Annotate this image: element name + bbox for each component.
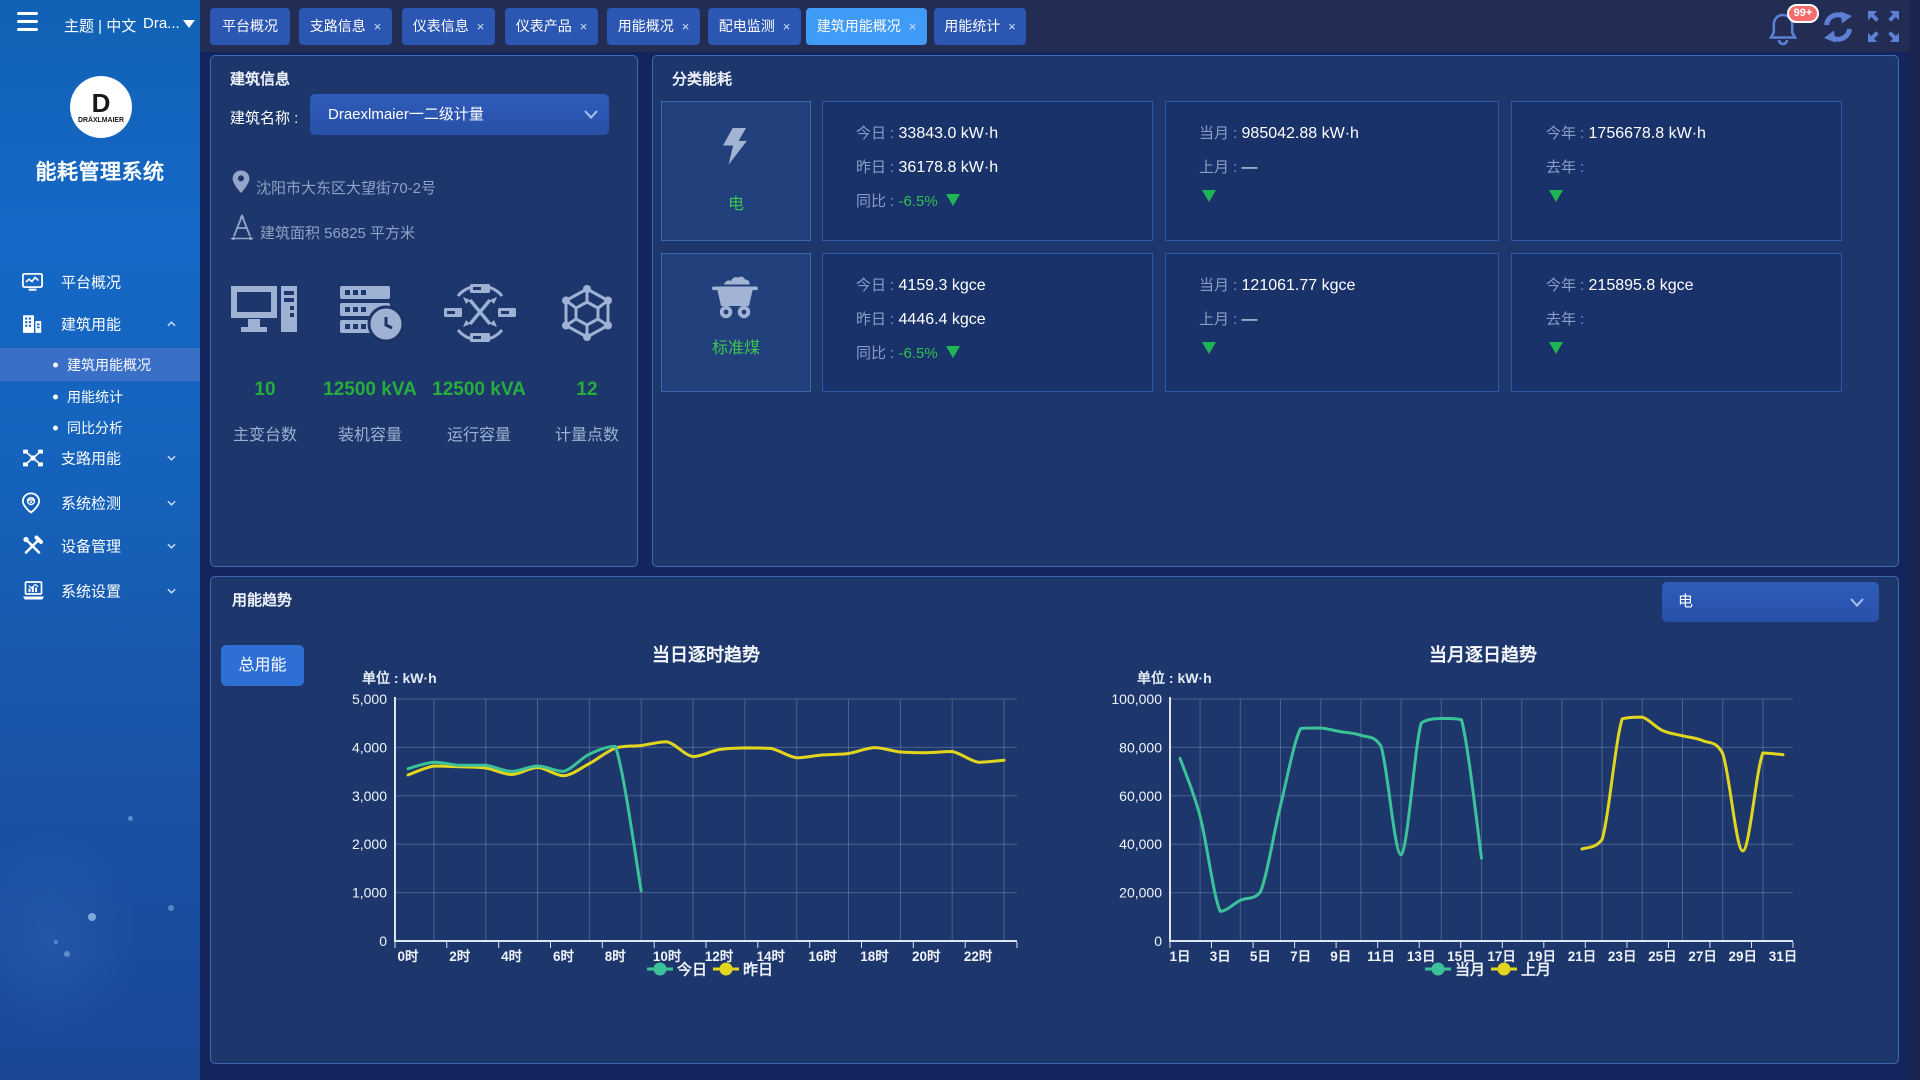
svg-text:昨日: 昨日 xyxy=(743,961,773,979)
svg-text:4时: 4时 xyxy=(501,948,523,964)
svg-text:5日: 5日 xyxy=(1250,949,1271,964)
svg-text:11日: 11日 xyxy=(1367,949,1395,964)
svg-text:8时: 8时 xyxy=(605,948,627,964)
svg-text:当月: 当月 xyxy=(1455,961,1485,979)
svg-text:22时: 22时 xyxy=(964,948,993,964)
svg-text:40,000: 40,000 xyxy=(1119,836,1162,852)
svg-text:12时: 12时 xyxy=(705,948,734,964)
svg-text:9日: 9日 xyxy=(1330,949,1351,964)
svg-text:25日: 25日 xyxy=(1648,949,1677,964)
svg-text:27日: 27日 xyxy=(1688,949,1717,964)
svg-text:23日: 23日 xyxy=(1608,949,1637,964)
svg-text:31日: 31日 xyxy=(1769,949,1798,964)
svg-text:6时: 6时 xyxy=(553,948,575,964)
svg-text:上月: 上月 xyxy=(1521,962,1551,979)
svg-text:当日逐时趋势: 当日逐时趋势 xyxy=(652,644,760,665)
svg-text:16时: 16时 xyxy=(808,948,837,964)
svg-text:21日: 21日 xyxy=(1568,949,1597,964)
svg-text:单位 : kW·h: 单位 : kW·h xyxy=(1137,670,1212,686)
svg-text:7日: 7日 xyxy=(1290,949,1311,964)
svg-text:100,000: 100,000 xyxy=(1111,691,1162,707)
svg-text:2,000: 2,000 xyxy=(352,836,387,852)
svg-text:今日: 今日 xyxy=(676,961,707,979)
svg-text:13日: 13日 xyxy=(1407,949,1436,964)
svg-text:20时: 20时 xyxy=(912,948,941,964)
svg-text:1,000: 1,000 xyxy=(352,885,387,901)
svg-text:0时: 0时 xyxy=(397,948,419,964)
svg-text:29日: 29日 xyxy=(1729,949,1758,964)
svg-text:4,000: 4,000 xyxy=(352,739,387,755)
svg-text:3,000: 3,000 xyxy=(352,788,387,804)
svg-text:0: 0 xyxy=(379,933,387,949)
svg-text:5,000: 5,000 xyxy=(352,691,387,707)
svg-text:3日: 3日 xyxy=(1210,949,1231,964)
svg-text:1日: 1日 xyxy=(1169,949,1190,964)
svg-text:2时: 2时 xyxy=(449,948,471,964)
svg-text:18时: 18时 xyxy=(860,948,889,964)
svg-text:60,000: 60,000 xyxy=(1119,788,1162,804)
svg-text:当月逐日趋势: 当月逐日趋势 xyxy=(1429,644,1537,665)
svg-text:20,000: 20,000 xyxy=(1119,885,1162,901)
svg-text:单位 : kW·h: 单位 : kW·h xyxy=(362,670,437,686)
svg-text:0: 0 xyxy=(1154,933,1162,949)
svg-text:80,000: 80,000 xyxy=(1119,739,1162,755)
svg-text:17日: 17日 xyxy=(1487,949,1516,964)
